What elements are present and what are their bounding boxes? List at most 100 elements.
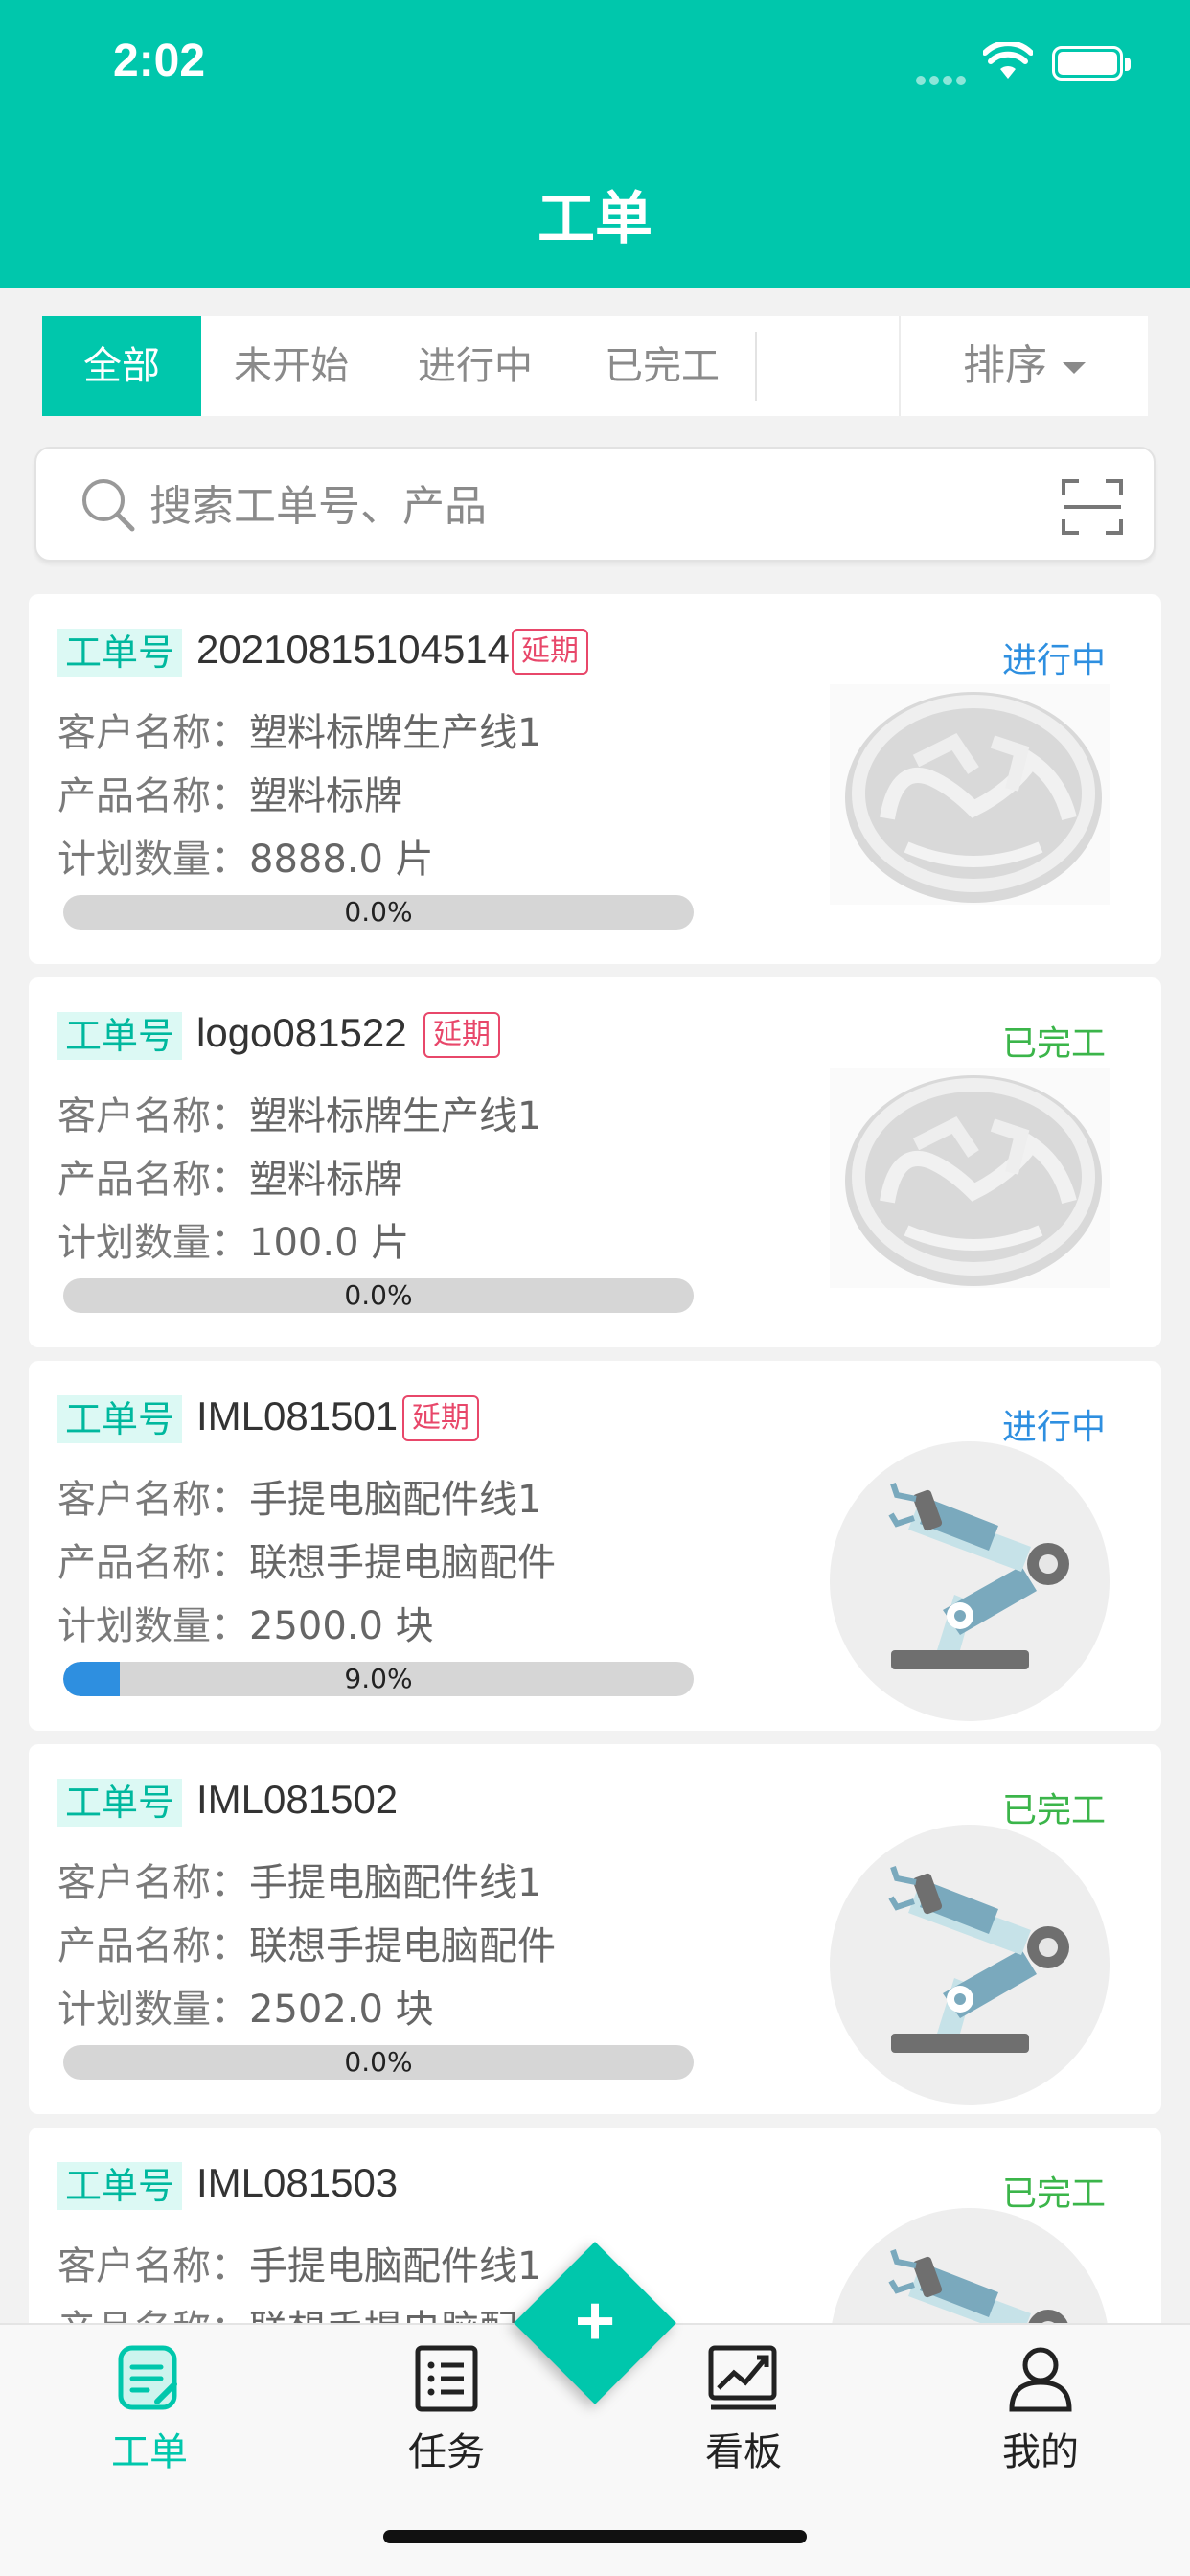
page-title: 工单	[538, 186, 652, 253]
search-input[interactable]	[149, 470, 1012, 542]
product-value: 联想手提电脑配件	[249, 1541, 556, 1585]
quantity-line: 计划数量：8888.0 片	[57, 828, 434, 884]
product-line: 产品名称：联想手提电脑配件	[57, 1531, 556, 1587]
home-indicator	[383, 2530, 807, 2543]
customer-line: 客户名称：手提电脑配件线1	[57, 1468, 541, 1524]
customer-line: 客户名称：手提电脑配件线1	[57, 2235, 541, 2290]
task-list-icon	[415, 2345, 478, 2412]
sort-label: 排序	[963, 341, 1047, 390]
tab-divider	[755, 332, 757, 401]
work-order-card[interactable]: 工单号 IML081501 延期 进行中 客户名称：手提电脑配件线1 产品名称：…	[29, 1361, 1161, 1731]
customer-label: 客户名称：	[57, 711, 249, 755]
battery-cap	[1125, 58, 1131, 71]
product-label: 产品名称：	[57, 1541, 249, 1585]
tab-completed[interactable]: 已完工	[569, 316, 755, 416]
quantity-label: 计划数量：	[57, 1221, 249, 1265]
robot-arm-image	[830, 1441, 1110, 1721]
quantity-label: 计划数量：	[57, 838, 249, 882]
order-number: IML081501	[196, 1393, 399, 1438]
search-icon	[82, 479, 135, 532]
order-number: logo081522	[196, 1010, 407, 1055]
work-order-card[interactable]: 工单号 logo081522 延期 已完工 客户名称：塑料标牌生产线1 产品名称…	[29, 978, 1161, 1347]
quantity-value: 8888.0 片	[249, 838, 434, 882]
quantity-line: 计划数量：2500.0 块	[57, 1595, 434, 1650]
customer-value: 手提电脑配件线1	[249, 1478, 542, 1522]
quantity-line: 计划数量：100.0 片	[57, 1211, 409, 1267]
progress-text: 0.0%	[344, 896, 413, 928]
delay-badge: 延期	[512, 629, 588, 675]
user-icon	[1009, 2347, 1072, 2412]
dashboard-chart-icon	[708, 2345, 777, 2410]
cellular-signal-icon	[916, 71, 972, 85]
customer-line: 客户名称：手提电脑配件线1	[57, 1852, 541, 1907]
app-header: 2:02 工单	[0, 0, 1190, 288]
work-order-card[interactable]: 工单号 IML081502 已完工 客户名称：手提电脑配件线1 产品名称：联想手…	[29, 1744, 1161, 2114]
nav-dashboard[interactable]: 看板	[648, 2344, 839, 2476]
nav-workorder[interactable]: 工单	[54, 2344, 245, 2476]
robot-arm-image	[831, 2208, 1109, 2327]
tab-in-progress[interactable]: 进行中	[381, 316, 569, 416]
search-bar	[34, 447, 1156, 562]
quantity-value: 2500.0 块	[249, 1604, 434, 1648]
customer-label: 客户名称：	[57, 2244, 249, 2288]
plus-icon[interactable]: +	[538, 2266, 652, 2380]
order-number-tag: 工单号	[57, 629, 183, 677]
product-value: 联想手提电脑配件	[249, 1924, 556, 1968]
progress-bar: 0.0%	[63, 895, 694, 930]
delay-badge: 延期	[402, 1395, 479, 1441]
progress-bar: 0.0%	[63, 1278, 694, 1313]
battery-icon	[1052, 46, 1123, 80]
progress-text: 0.0%	[344, 1279, 413, 1311]
order-number: IML081503	[196, 2160, 399, 2205]
scan-icon[interactable]	[1062, 477, 1123, 537]
quantity-value: 2502.0 块	[249, 1988, 434, 2032]
order-number-tag: 工单号	[57, 1395, 183, 1443]
order-number-tag: 工单号	[57, 2162, 183, 2210]
customer-line: 客户名称：塑料标牌生产线1	[57, 1085, 541, 1140]
tab-all[interactable]: 全部	[42, 316, 201, 416]
quantity-value: 100.0 片	[249, 1221, 410, 1265]
customer-label: 客户名称：	[57, 1861, 249, 1905]
work-order-list[interactable]: 工单号 20210815104514 延期 进行中 客户名称：塑料标牌生产线1 …	[29, 594, 1161, 2327]
product-value: 塑料标牌	[249, 1158, 402, 1202]
emblem-product-image	[830, 1068, 1110, 1288]
customer-label: 客户名称：	[57, 1094, 249, 1138]
order-number-tag: 工单号	[57, 1012, 183, 1060]
product-line: 产品名称：联想手提电脑配件	[57, 1915, 556, 1970]
tab-not-started[interactable]: 未开始	[201, 316, 381, 416]
customer-value: 手提电脑配件线1	[249, 2244, 542, 2288]
order-number: IML081502	[196, 1777, 399, 1822]
order-number: 20210815104514	[196, 627, 511, 672]
delay-badge: 延期	[423, 1012, 500, 1058]
progress-text: 9.0%	[344, 1663, 413, 1694]
caret-down-icon	[1063, 362, 1086, 374]
wifi-icon	[983, 42, 1033, 79]
progress-text: 0.0%	[344, 2046, 413, 2078]
customer-value: 手提电脑配件线1	[249, 1861, 542, 1905]
product-value: 塑料标牌	[249, 774, 402, 818]
nav-profile[interactable]: 我的	[945, 2344, 1136, 2476]
customer-line: 客户名称：塑料标牌生产线1	[57, 702, 541, 757]
nav-label: 工单	[111, 2430, 188, 2474]
work-order-card[interactable]: 工单号 20210815104514 延期 进行中 客户名称：塑料标牌生产线1 …	[29, 594, 1161, 964]
product-line: 产品名称：塑料标牌	[57, 765, 402, 820]
status-time: 2:02	[113, 35, 206, 86]
status-filter-tabs: 全部 未开始 进行中 已完工 排序	[42, 316, 1148, 416]
nav-label: 我的	[1002, 2430, 1079, 2474]
product-label: 产品名称：	[57, 1924, 249, 1968]
sort-dropdown[interactable]: 排序	[899, 316, 1148, 416]
product-line: 产品名称：塑料标牌	[57, 1148, 402, 1204]
quantity-label: 计划数量：	[57, 1988, 249, 2032]
customer-value: 塑料标牌生产线1	[249, 711, 542, 755]
progress-bar: 9.0%	[63, 1662, 694, 1696]
quantity-label: 计划数量：	[57, 1604, 249, 1648]
nav-label: 任务	[408, 2430, 485, 2474]
customer-label: 客户名称：	[57, 1478, 249, 1522]
quantity-line: 计划数量：2502.0 块	[57, 1978, 434, 2034]
robot-arm-image	[830, 1825, 1110, 2104]
product-label: 产品名称：	[57, 774, 249, 818]
nav-label: 看板	[705, 2430, 782, 2474]
order-number-tag: 工单号	[57, 1779, 183, 1827]
emblem-product-image	[830, 684, 1110, 905]
nav-task[interactable]: 任务	[351, 2344, 542, 2476]
